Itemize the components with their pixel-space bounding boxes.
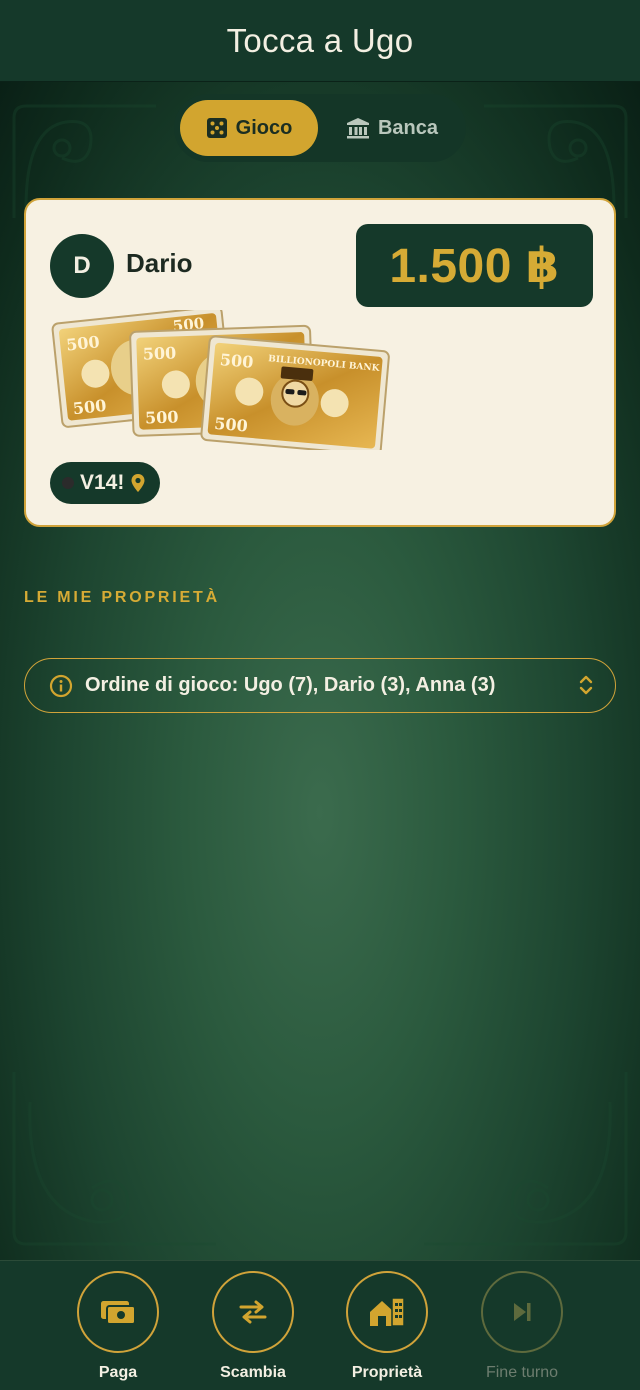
bottom-action-bar: Paga Scambia Proprietà Fine turno bbox=[0, 1260, 640, 1390]
svg-text:500: 500 bbox=[72, 396, 107, 418]
location-pin-icon bbox=[131, 474, 145, 492]
tab-gioco-label: Gioco bbox=[235, 116, 293, 139]
position-dot bbox=[62, 477, 74, 489]
balance-display: 1.500 ฿ bbox=[356, 224, 593, 307]
turn-title: Tocca a Ugo bbox=[226, 21, 414, 59]
pay-icon bbox=[101, 1301, 136, 1325]
info-icon bbox=[49, 674, 73, 697]
banknote: 500 500 BILLIONOPOLI BANK bbox=[200, 335, 390, 450]
player-card: D Dario 1.500 ฿ 500 500 500 500 500 500 … bbox=[24, 198, 616, 527]
pay-button-circle[interactable] bbox=[77, 1271, 159, 1353]
expand-collapse-icon[interactable] bbox=[579, 673, 593, 697]
tab-banca-label: Banca bbox=[377, 116, 439, 139]
properties-button[interactable]: Proprietà bbox=[332, 1271, 442, 1382]
turn-order-text: Ordine di gioco: Ugo (7), Dario (3), Ann… bbox=[85, 674, 496, 696]
pay-button[interactable]: Paga bbox=[63, 1271, 173, 1382]
turn-order-bar[interactable]: Ordine di gioco: Ugo (7), Dario (3), Ann… bbox=[24, 658, 616, 713]
corner-ornament-bottom-right bbox=[424, 1072, 628, 1246]
properties-button-label: Proprietà bbox=[351, 1364, 423, 1381]
end-turn-button-circle[interactable] bbox=[481, 1271, 563, 1353]
board-position-label: V14! bbox=[80, 471, 125, 494]
corner-ornament-bottom-left bbox=[12, 1072, 216, 1246]
swap-button-circle[interactable] bbox=[212, 1271, 294, 1353]
svg-text:500: 500 bbox=[214, 414, 249, 436]
tab-gioco[interactable]: Gioco bbox=[180, 100, 318, 156]
avatar: D bbox=[50, 234, 114, 298]
svg-text:500: 500 bbox=[145, 407, 179, 427]
svg-text:500: 500 bbox=[65, 332, 100, 354]
properties-icon bbox=[370, 1297, 405, 1327]
svg-text:500: 500 bbox=[219, 350, 254, 372]
end-turn-button-label: Fine turno bbox=[485, 1364, 559, 1381]
properties-button-circle[interactable] bbox=[346, 1271, 428, 1353]
my-properties-heading: LE MIE PROPRIETÀ bbox=[24, 589, 220, 606]
pay-button-label: Paga bbox=[98, 1364, 138, 1381]
swap-icon bbox=[239, 1300, 267, 1324]
tab-banca[interactable]: Banca bbox=[324, 100, 460, 156]
board-position-chip[interactable]: V14! bbox=[50, 462, 161, 504]
svg-text:500: 500 bbox=[142, 343, 176, 363]
view-tabs: Gioco Banca bbox=[174, 94, 466, 162]
skip-next-icon bbox=[514, 1303, 531, 1321]
bank-icon bbox=[346, 118, 369, 139]
banknotes-illustration: 500 500 500 500 500 500 500 BILLIONOPOLI… bbox=[51, 310, 390, 450]
swap-button-label: Scambia bbox=[220, 1364, 286, 1381]
end-turn-button[interactable]: Fine turno bbox=[467, 1271, 577, 1382]
swap-button[interactable]: Scambia bbox=[198, 1271, 308, 1382]
app-header: Tocca a Ugo bbox=[0, 0, 640, 82]
dice-icon bbox=[206, 118, 227, 138]
player-name: Dario bbox=[126, 248, 193, 278]
